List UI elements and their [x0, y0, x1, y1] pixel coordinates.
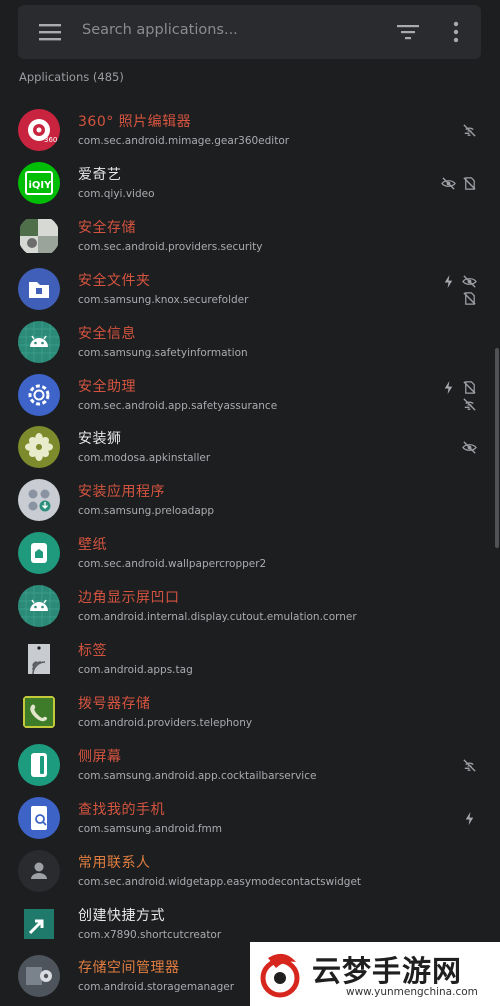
filter-icon[interactable]: [397, 23, 419, 41]
app-list-item[interactable]: 标签 com.android.apps.tag: [0, 630, 495, 683]
android-icon: [18, 320, 60, 363]
hidden-icon: [441, 176, 456, 191]
app-list-item[interactable]: 查找我的手机 com.samsung.android.fmm: [0, 789, 495, 842]
app-name: 查找我的手机: [78, 801, 165, 818]
app-list-item[interactable]: 安全信息 com.samsung.safetyinformation: [0, 313, 495, 366]
search-input[interactable]: Search applications...: [82, 22, 238, 38]
svg-text:iQIY: iQIY: [29, 180, 53, 191]
app-list-item[interactable]: 360 360° 照片编辑器 com.sec.android.mimage.gear…: [0, 101, 495, 154]
app-package: com.sec.android.wallpapercropper2: [78, 558, 267, 571]
menu-icon[interactable]: [39, 22, 61, 42]
app-name: 360° 照片编辑器: [78, 114, 192, 130]
hidden-icon: [462, 274, 477, 289]
app-name: 边角显示屏凹口: [78, 590, 180, 607]
app-package: com.qiyi.video: [78, 187, 155, 200]
iqiyi-icon: iQIY: [18, 161, 60, 204]
app-list-item[interactable]: 边角显示屏凹口 com.android.internal.display.cuto…: [0, 577, 495, 630]
nfc-tag-icon: [18, 638, 60, 680]
app-package: com.modosa.apkinstaller: [78, 452, 211, 465]
no-sdcard-icon: [462, 176, 477, 191]
section-header: Applications (485): [19, 70, 124, 84]
no-sdcard-icon: [462, 380, 477, 395]
app-package: com.android.providers.telephony: [78, 716, 253, 729]
wallpaper-icon: [18, 532, 60, 575]
app-list-item[interactable]: 安全存储 com.sec.android.providers.security: [0, 207, 495, 260]
app-package: com.samsung.preloadapp: [78, 505, 215, 518]
search-bar[interactable]: Search applications...: [18, 5, 481, 59]
gear360-icon: 360: [18, 109, 60, 151]
app-name: 标签: [78, 643, 107, 659]
app-name: 安全信息: [78, 325, 136, 342]
app-flags: [441, 746, 477, 786]
app-package: com.sec.android.app.safetyassurance: [78, 399, 278, 412]
app-name: 壁纸: [78, 537, 107, 554]
app-flags: [441, 111, 477, 151]
app-package: com.samsung.android.fmm: [78, 822, 223, 835]
app-package: com.sec.android.widgetapp.easymodecontac…: [78, 875, 362, 888]
app-name: 拨号器存储: [78, 695, 151, 712]
app-list-item[interactable]: 安装应用程序 com.samsung.preloadapp: [0, 471, 495, 524]
hidden-icon: [462, 440, 477, 455]
app-name: 常用联系人: [78, 854, 151, 871]
no-internet-icon: [462, 397, 477, 412]
app-name: 爱奇艺: [78, 166, 122, 183]
watermark-url: www.yunmengchina.com: [346, 986, 478, 998]
watermark-text: 云梦手游网: [312, 954, 463, 988]
watermark-logo-icon: [260, 953, 300, 998]
app-list-item[interactable]: 侧屏幕 com.samsung.android.app.cocktailbarse…: [0, 736, 495, 789]
app-flags: [441, 799, 477, 839]
app-flags: [441, 164, 477, 204]
app-flags: [441, 376, 477, 416]
app-package: com.android.internal.display.cutout.emul…: [78, 611, 357, 624]
no-internet-icon: [462, 758, 477, 773]
app-name: 存储空间管理器: [78, 960, 180, 977]
app-list-item[interactable]: 安全助理 com.sec.android.app.safetyassurance: [0, 366, 495, 419]
app-name: 安全存储: [78, 219, 136, 236]
watermark: 云梦手游网 www.yunmengchina.com: [250, 942, 500, 1006]
edge-screen-icon: [18, 743, 60, 786]
app-package: com.sec.android.mimage.gear360editor: [78, 135, 290, 147]
secure-folder-icon: [18, 267, 60, 310]
app-name: 安装狮: [78, 431, 122, 448]
app-list-item[interactable]: iQIY 爱奇艺 com.qiyi.video: [0, 154, 495, 207]
app-list-item[interactable]: 拨号器存储 com.android.providers.telephony: [0, 683, 495, 736]
app-name: 安全助理: [78, 378, 136, 395]
bolt-icon: [462, 811, 477, 826]
app-list-item[interactable]: 安装狮 com.modosa.apkinstaller: [0, 418, 495, 471]
scrollbar[interactable]: [495, 348, 499, 548]
no-internet-icon: [462, 123, 477, 138]
android-icon: [18, 585, 60, 628]
app-flags: [441, 428, 477, 468]
app-name: 安全文件夹: [78, 272, 151, 289]
app-package: com.sec.android.providers.security: [78, 240, 263, 253]
app-package: com.samsung.knox.securefolder: [78, 293, 249, 306]
app-package: com.samsung.safetyinformation: [78, 346, 248, 359]
bolt-icon: [441, 274, 456, 289]
find-phone-icon: [18, 796, 60, 839]
app-name: 侧屏幕: [78, 748, 122, 765]
app-list-item[interactable]: 安全文件夹 com.samsung.knox.securefolder: [0, 260, 495, 313]
more-options-icon[interactable]: [450, 21, 462, 43]
flower-icon: [18, 426, 60, 469]
app-list-item[interactable]: 创建快捷方式 com.x7890.shortcutcreator: [0, 895, 495, 948]
app-name: 创建快捷方式: [78, 907, 165, 924]
app-list-item[interactable]: 壁纸 com.sec.android.wallpapercropper2: [0, 524, 495, 577]
app-package: com.samsung.android.app.cocktailbarservi…: [78, 769, 317, 782]
app-package: com.android.storagemanager: [78, 981, 235, 994]
no-sdcard-icon: [462, 291, 477, 306]
preload-icon: [18, 479, 60, 522]
app-list-item[interactable]: 常用联系人 com.sec.android.widgetapp.easymodec…: [0, 842, 495, 895]
app-name: 安装应用程序: [78, 484, 165, 501]
app-package: com.android.apps.tag: [78, 664, 193, 676]
svg-text:360: 360: [44, 136, 57, 144]
bolt-icon: [441, 380, 456, 395]
app-package: com.x7890.shortcutcreator: [78, 928, 222, 941]
app-flags: [441, 270, 477, 310]
shortcut-icon: [18, 902, 60, 945]
contact-icon: [18, 849, 60, 892]
storage-manager-icon: [18, 955, 60, 998]
security-storage-icon: [18, 214, 60, 257]
phone-icon: [18, 690, 60, 733]
gear-icon: [18, 373, 60, 416]
